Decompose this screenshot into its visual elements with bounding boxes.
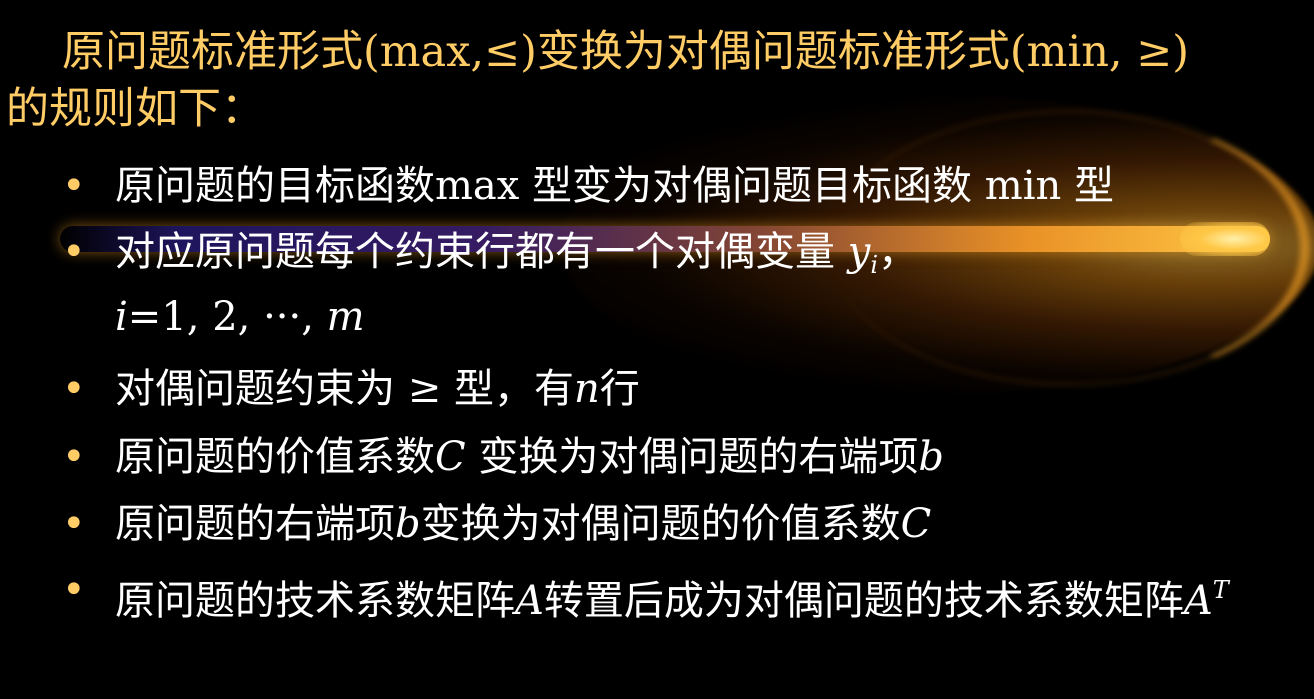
bullet-icon: • — [62, 434, 86, 480]
bullet-icon: • — [62, 229, 86, 275]
math-var-m: m — [326, 294, 365, 340]
bullet-icon: • — [62, 501, 86, 547]
math-var-n: n — [573, 366, 600, 412]
rule-objective-type: • 原问题的目标函数max 型变为对偶问题目标函数 min 型 — [0, 160, 1314, 212]
math-var-b: b — [395, 501, 421, 547]
rule-cost-to-rhs: • 原问题的价值系数C 变换为对偶问题的右端项b — [0, 431, 1314, 483]
math-var-A-transpose: A — [1183, 578, 1213, 624]
rule-constraint-direction: • 对偶问题约束为 ≥ 型，有n行 — [0, 363, 1314, 415]
math-var-b: b — [918, 434, 944, 480]
rule-text: 原问题的目标函数max 型变为对偶问题目标函数 min 型 — [115, 163, 1114, 209]
rule-text: 对应原问题每个约束行都有一个对偶变量 — [115, 229, 848, 275]
slide-heading: 原问题标准形式(max,≤)变换为对偶问题标准形式(min, ≥) 的规则如下： — [6, 24, 1306, 138]
rule-text: 原问题的价值系数 — [115, 434, 435, 480]
rule-text: 原问题的技术系数矩阵 — [115, 578, 515, 624]
rule-matrix-transpose: • 原问题的技术系数矩阵A转置后成为对偶问题的技术系数矩阵AT — [0, 564, 1314, 627]
rules-list: • 原问题的目标函数max 型变为对偶问题目标函数 min 型 • 对应原问题每… — [0, 160, 1314, 644]
math-var-y: y — [847, 229, 871, 275]
heading-line-2: 的规则如下： — [6, 84, 264, 134]
math-var-i: i — [115, 294, 128, 340]
heading-line-1: 原问题标准形式(max,≤)变换为对偶问题标准形式(min, ≥) — [62, 27, 1190, 77]
math-superscript-T: T — [1212, 576, 1229, 604]
rule-text-suffix: 行 — [599, 366, 640, 412]
rule-dual-variables: • 对应原问题每个约束行都有一个对偶变量 yi， i=1, 2, ···, m — [0, 226, 1314, 343]
math-var-C: C — [435, 434, 466, 480]
math-subscript-i: i — [870, 251, 879, 279]
rule-text-mid: 变换为对偶问题的右端项 — [465, 434, 919, 480]
math-range: =1, 2, ···, — [127, 294, 327, 340]
rule-text-mid: 转置后成为对偶问题的技术系数矩阵 — [543, 578, 1184, 624]
math-var-A: A — [515, 578, 544, 624]
bullet-icon: • — [62, 366, 86, 412]
rule-text: 原问题的右端项 — [115, 501, 395, 547]
bullet-icon: • — [62, 567, 86, 613]
slide: 原问题标准形式(max,≤)变换为对偶问题标准形式(min, ≥) 的规则如下： … — [0, 0, 1314, 699]
rule-text-suffix: ， — [878, 229, 919, 275]
rule-rhs-to-cost: • 原问题的右端项b变换为对偶问题的价值系数C — [0, 498, 1314, 550]
rule-text-mid: 变换为对偶问题的价值系数 — [420, 501, 901, 547]
bullet-icon: • — [62, 163, 86, 209]
math-var-C: C — [900, 501, 932, 547]
rule-text: 对偶问题约束为 ≥ 型，有 — [115, 366, 574, 412]
